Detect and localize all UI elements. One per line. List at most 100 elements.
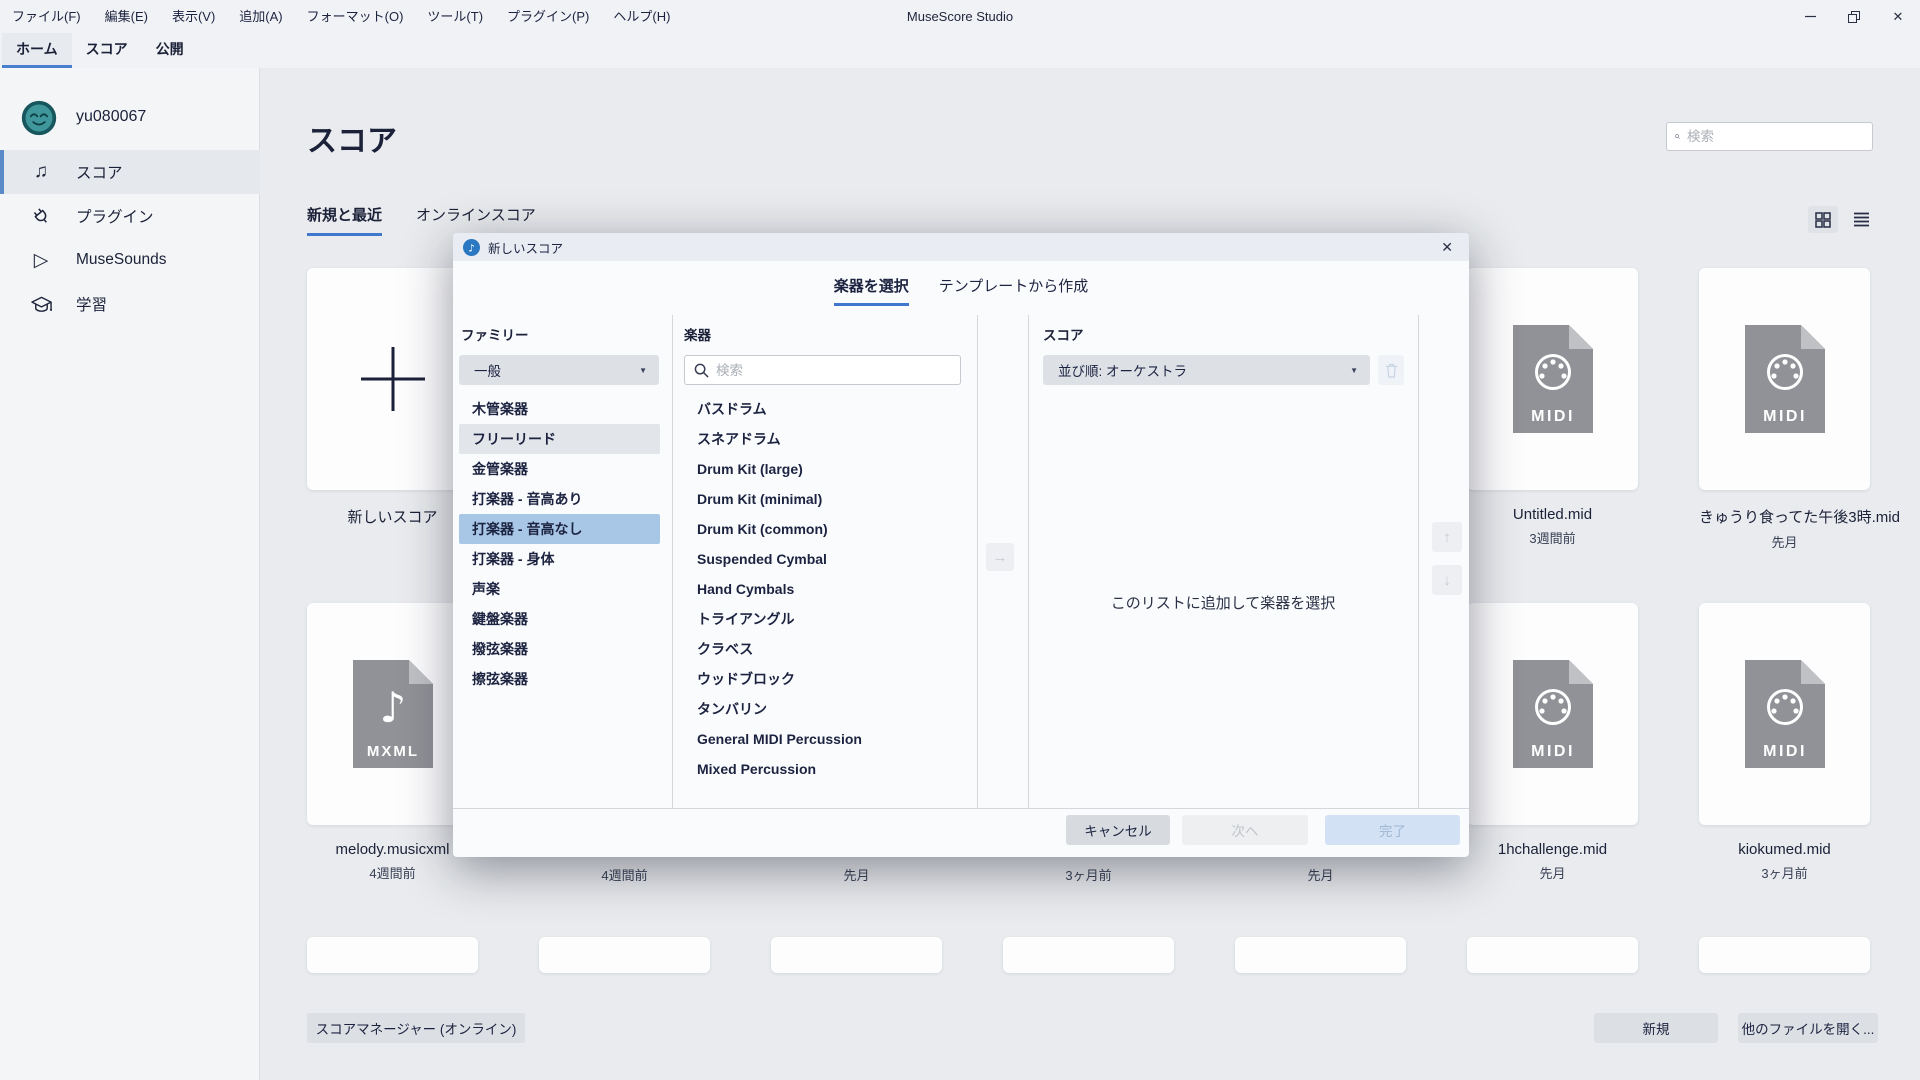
svg-text:MXML: MXML <box>366 743 418 760</box>
sidebar-item-learn[interactable]: 学習 <box>0 282 260 326</box>
next-button[interactable]: 次へ <box>1182 815 1308 845</box>
done-button[interactable]: 完了 <box>1325 815 1460 845</box>
sidebar-item-label: プラグイン <box>76 205 154 227</box>
username: yu080067 <box>76 108 146 126</box>
family-item[interactable]: 声楽 <box>459 574 660 604</box>
instrument-item[interactable]: General MIDI Percussion <box>684 724 962 754</box>
family-item[interactable]: 打楽器 - 音高あり <box>459 484 660 514</box>
tab-create-from-template[interactable]: テンプレートから作成 <box>939 275 1089 306</box>
tab-publish[interactable]: 公開 <box>142 33 198 68</box>
search-icon <box>694 363 709 378</box>
card-date: 4週間前 <box>539 865 710 884</box>
dialog-close-button[interactable]: ✕ <box>1435 239 1459 256</box>
card-date: 先月 <box>1467 863 1638 882</box>
menu-plugins[interactable]: プラグイン(P) <box>495 0 601 33</box>
app-title: MuseScore Studio <box>907 9 1013 24</box>
instrument-item[interactable]: Mixed Percussion <box>684 754 962 784</box>
list-view-button[interactable] <box>1846 206 1876 233</box>
sidebar-item-scores[interactable]: ♫ スコア <box>0 150 260 194</box>
instrument-item[interactable]: トライアングル <box>684 604 962 634</box>
instrument-item[interactable]: Hand Cymbals <box>684 574 962 604</box>
tab-new-recent[interactable]: 新規と最近 <box>307 204 382 236</box>
new-score-button[interactable]: 新規 <box>1594 1013 1718 1043</box>
search-input[interactable] <box>1687 129 1864 144</box>
score-card[interactable]: MIDI <box>1699 603 1870 825</box>
score-card[interactable]: MIDI <box>1467 268 1638 490</box>
instrument-search[interactable] <box>684 355 961 385</box>
plus-icon <box>357 343 429 415</box>
family-item[interactable]: フリーリード <box>459 424 660 454</box>
score-search[interactable] <box>1666 122 1873 151</box>
grid-view-icon <box>1815 212 1831 228</box>
move-up-button[interactable]: ↑ <box>1432 522 1462 552</box>
menu-help[interactable]: ヘルプ(H) <box>601 0 682 33</box>
score-card[interactable]: MIDI <box>1467 603 1638 825</box>
instrument-item[interactable]: スネアドラム <box>684 424 962 454</box>
restore-button[interactable] <box>1832 0 1876 33</box>
cancel-button[interactable]: キャンセル <box>1066 815 1170 845</box>
instrument-item[interactable]: タンバリン <box>684 694 962 724</box>
arrow-down-icon: ↓ <box>1443 572 1451 589</box>
score-card-partial[interactable] <box>1699 937 1870 973</box>
remove-instrument-button[interactable] <box>1378 355 1404 385</box>
minimize-button[interactable] <box>1788 0 1832 33</box>
instrument-item[interactable]: Drum Kit (common) <box>684 514 962 544</box>
restore-icon <box>1848 11 1860 23</box>
close-button[interactable]: ✕ <box>1876 0 1920 33</box>
midi-file-icon: MIDI <box>1745 660 1825 768</box>
instrument-item[interactable]: Drum Kit (minimal) <box>684 484 962 514</box>
sidebar-item-plugins[interactable]: プラグイン <box>0 194 260 238</box>
family-item[interactable]: 撥弦楽器 <box>459 634 660 664</box>
dialog-footer-separator <box>453 808 1469 809</box>
score-card[interactable]: MIDI <box>1699 268 1870 490</box>
tab-choose-instruments[interactable]: 楽器を選択 <box>834 275 909 306</box>
instrument-item[interactable]: バスドラム <box>684 394 962 424</box>
graduation-cap-icon <box>29 296 53 313</box>
move-down-button[interactable]: ↓ <box>1432 565 1462 595</box>
score-card-partial[interactable] <box>539 937 710 973</box>
menu-format[interactable]: フォーマット(O) <box>295 0 416 33</box>
grid-view-button[interactable] <box>1808 206 1838 233</box>
family-item[interactable]: 打楽器 - 身体 <box>459 544 660 574</box>
instrument-search-input[interactable] <box>716 363 951 378</box>
score-manager-button[interactable]: スコアマネージャー (オンライン) <box>307 1013 525 1043</box>
add-to-score-button[interactable]: → <box>986 543 1014 571</box>
family-item[interactable]: 擦弦楽器 <box>459 664 660 694</box>
family-item[interactable]: 鍵盤楽器 <box>459 604 660 634</box>
tab-online-scores[interactable]: オンラインスコア <box>416 204 536 236</box>
menu-file[interactable]: ファイル(F) <box>0 0 93 33</box>
card-date: 4週間前 <box>307 863 478 882</box>
sort-order-dropdown[interactable]: 並び順: オーケストラ ▼ <box>1043 355 1370 385</box>
family-item[interactable]: 金管楽器 <box>459 454 660 484</box>
sidebar-item-label: スコア <box>76 161 123 183</box>
score-card-partial[interactable] <box>771 937 942 973</box>
score-card-partial[interactable] <box>1235 937 1406 973</box>
menu-view[interactable]: 表示(V) <box>160 0 227 33</box>
family-dropdown[interactable]: 一般 ▼ <box>459 355 659 385</box>
instrument-item[interactable]: Drum Kit (large) <box>684 454 962 484</box>
dialog-titlebar[interactable]: ♪ 新しいスコア ✕ <box>453 233 1469 261</box>
open-other-file-button[interactable]: 他のファイルを開く... <box>1738 1013 1878 1043</box>
menu-tools[interactable]: ツール(T) <box>415 0 495 33</box>
tab-home[interactable]: ホーム <box>2 33 72 68</box>
family-item[interactable]: 木管楽器 <box>459 394 660 424</box>
instrument-item[interactable]: ウッドブロック <box>684 664 962 694</box>
play-icon: ▷ <box>29 249 53 272</box>
score-card-partial[interactable] <box>1003 937 1174 973</box>
score-label: スコア <box>1043 324 1084 344</box>
account-row[interactable]: yu080067 <box>0 68 260 138</box>
instrument-item[interactable]: Suspended Cymbal <box>684 544 962 574</box>
musescore-logo-icon: ♪ <box>463 239 480 256</box>
score-card-partial[interactable] <box>1467 937 1638 973</box>
sidebar-item-musesounds[interactable]: ▷ MuseSounds <box>0 238 260 282</box>
scores-tabs: 新規と最近 オンラインスコア <box>307 204 536 236</box>
card-name: kiokumed.mid <box>1699 841 1870 858</box>
svg-text:MIDI: MIDI <box>1531 408 1575 425</box>
instrument-item[interactable]: クラベス <box>684 634 962 664</box>
menu-add[interactable]: 追加(A) <box>227 0 294 33</box>
score-card-partial[interactable] <box>307 937 478 973</box>
menu-edit[interactable]: 編集(E) <box>93 0 160 33</box>
family-item-selected[interactable]: 打楽器 - 音高なし <box>459 514 660 544</box>
tab-score[interactable]: スコア <box>72 33 142 68</box>
instrument-list: バスドラム スネアドラム Drum Kit (large) Drum Kit (… <box>684 394 962 784</box>
